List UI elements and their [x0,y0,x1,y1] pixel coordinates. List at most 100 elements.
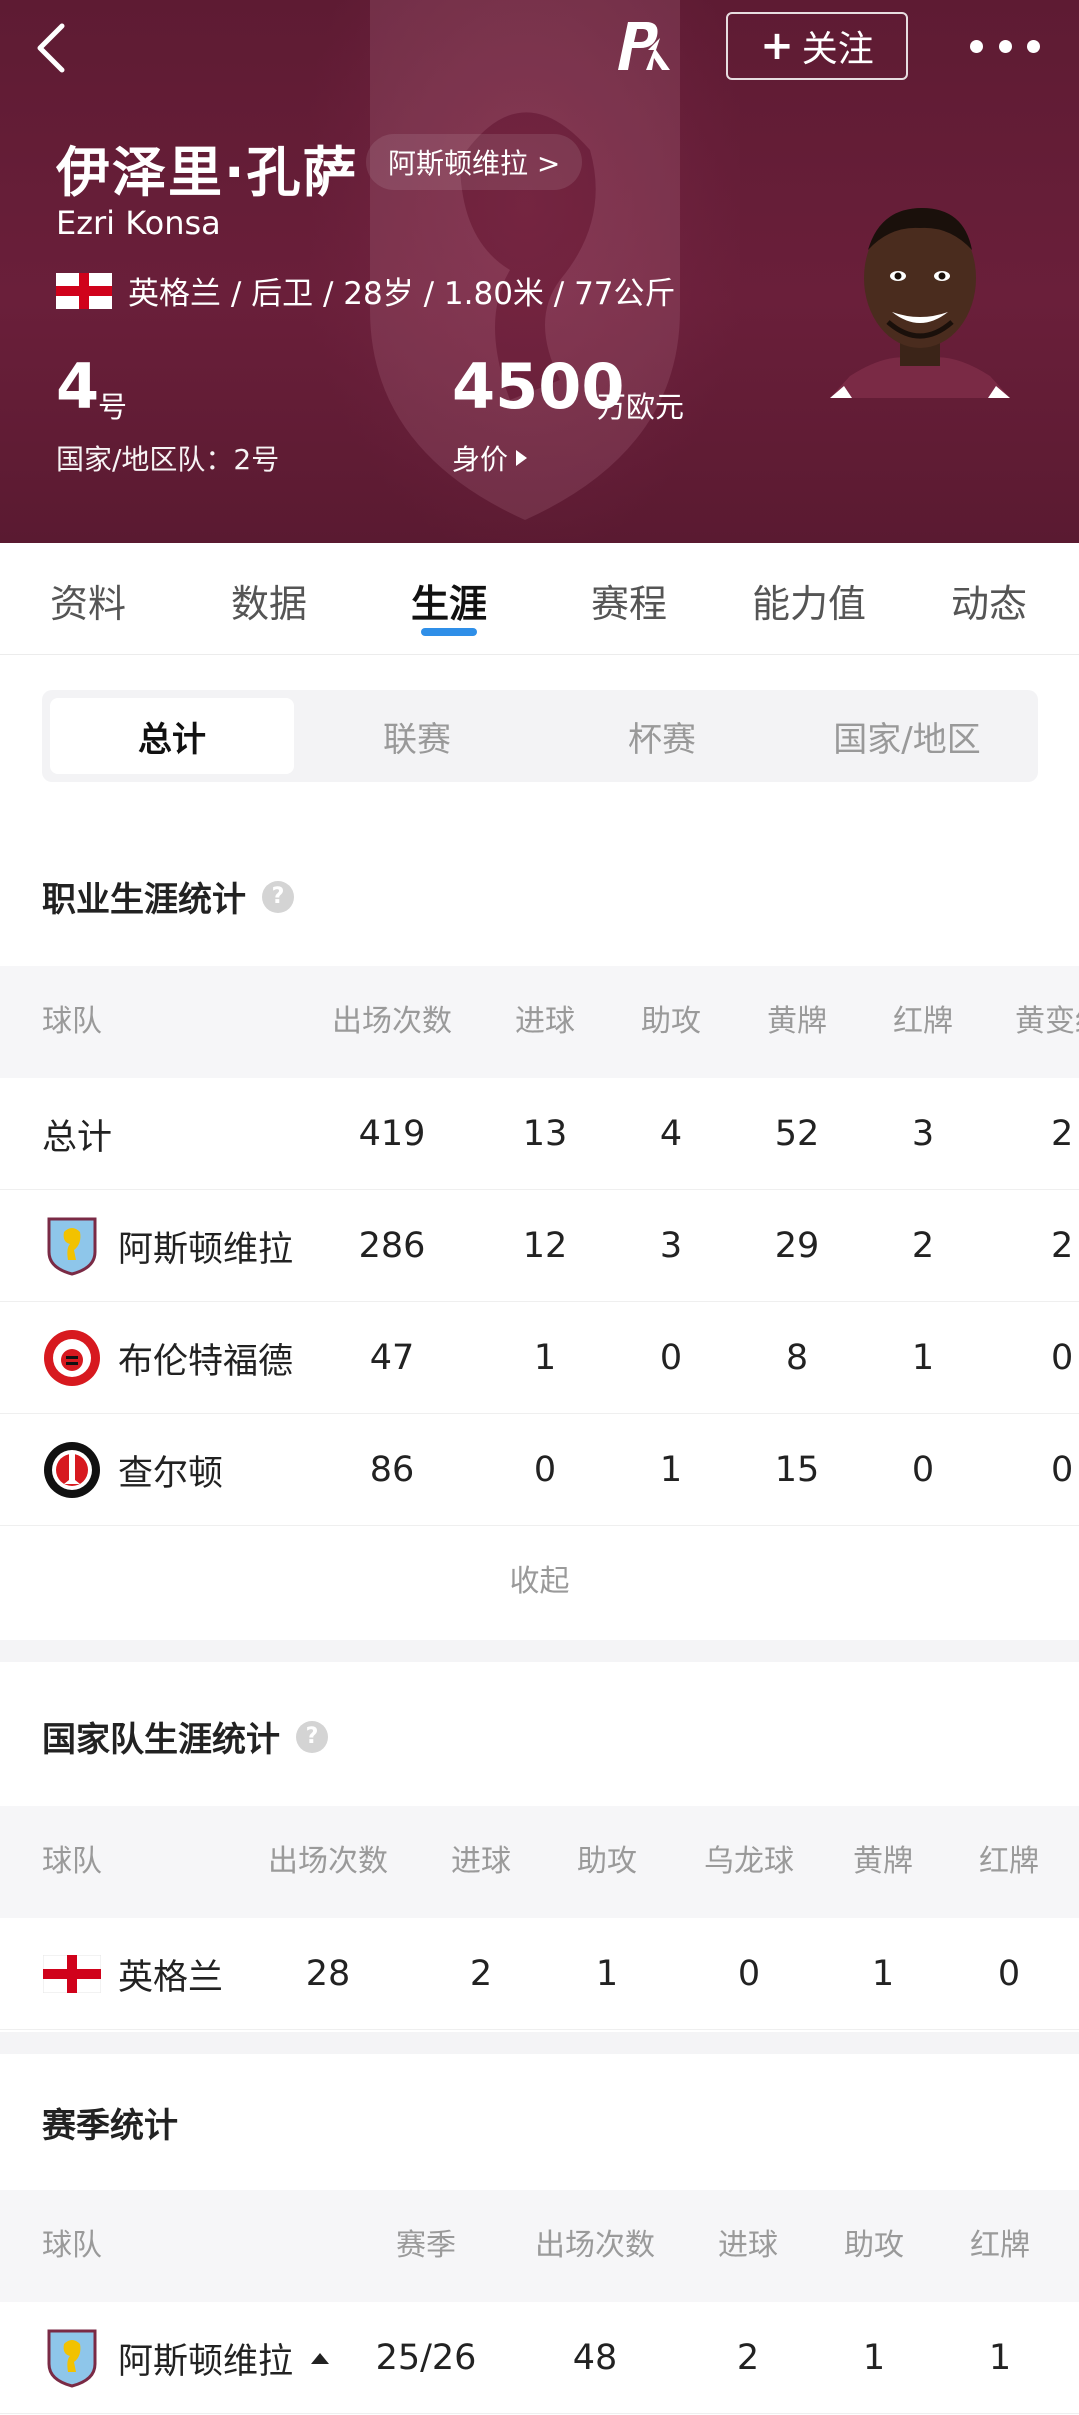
section-divider [0,2032,1079,2054]
col-red: 红牌 [970,2228,1030,2263]
active-tab-indicator [421,628,477,636]
yellow-value: 15 [774,1450,820,1490]
col-team: 球队 [42,2228,102,2263]
player-name-en: Ezri Konsa [56,204,221,242]
more-options-button[interactable] [970,26,1040,66]
tab-career[interactable]: 生涯 [411,573,487,628]
team-name-text: 查尔顿 [118,1453,224,1494]
market-value-link[interactable]: 身价 [452,438,528,478]
pk-logo [612,16,676,76]
apps-value: 48 [572,2338,618,2378]
red-value: 1 [988,2338,1012,2378]
col-red: 红牌 [893,1004,953,1039]
col-goals: 进球 [515,1004,575,1039]
club-link[interactable]: 阿斯顿维拉 > [366,134,583,190]
segment-national[interactable]: 国家/地区 [785,698,1029,774]
goals-value: 2 [469,1954,493,1994]
red-value: 0 [997,1954,1021,1994]
yellow-red-value: 0 [1051,1450,1074,1490]
yellow-value: 29 [774,1226,820,1266]
england-flag-icon [42,1944,102,2004]
shirt-number: 4 [56,350,100,423]
tab-news[interactable]: 动态 [951,573,1027,628]
team-name: 总计 [42,1078,112,1190]
col-apps: 出场次数 [268,1844,388,1879]
back-button[interactable] [30,18,74,78]
career-stats-title: 职业生涯统计 ? [42,872,294,921]
yellow-value: 1 [871,1954,895,1994]
assists-value: 4 [659,1114,683,1154]
col-apps: 出场次数 [332,1004,452,1039]
main-tab-bar: 资料 数据 生涯 赛程 能力值 动态 [0,543,1079,655]
apps-value: 28 [305,1954,351,1994]
segment-total[interactable]: 总计 [50,698,294,774]
tab-ability[interactable]: 能力值 [752,573,866,628]
assists-value: 3 [659,1226,683,1266]
col-assists: 助攻 [641,1004,701,1039]
aston-villa-badge-icon [42,2328,102,2388]
section-divider [0,1640,1079,1662]
yellow-red-value: 0 [1051,1338,1074,1378]
segment-cup[interactable]: 杯赛 [540,698,784,774]
col-own-goals: 乌龙球 [704,1844,794,1879]
market-value-unit: 万欧元 [597,390,685,424]
table-row[interactable]: 布伦特福德 47 1 0 8 1 0 [0,1302,1079,1414]
apps-value: 419 [358,1114,426,1154]
goals-value: 0 [533,1450,557,1490]
aston-villa-badge-icon [42,1216,102,1276]
apps-value: 286 [358,1226,426,1266]
yellow-red-value: 2 [1051,1114,1074,1154]
col-yellow-red: 黄变红 [1015,1004,1079,1039]
team-name-text: 阿斯顿维拉 [118,1229,294,1270]
table-row[interactable]: 查尔顿 86 0 1 15 0 0 [0,1414,1079,1526]
plus-icon: + [760,23,794,69]
col-goals: 进球 [451,1844,511,1879]
chevron-left-icon [37,23,65,73]
col-team: 球队 [42,1004,102,1039]
goals-value: 12 [522,1226,568,1266]
team-name-text: 总计 [42,1117,113,1158]
help-icon[interactable]: ? [262,880,294,913]
collapse-button[interactable]: 收起 [0,1526,1079,1638]
segment-league[interactable]: 联赛 [295,698,539,774]
team-name-text: 阿斯顿维拉 [118,2341,294,2382]
col-assists: 助攻 [577,1844,637,1879]
assists-value: 1 [659,1450,683,1490]
team-name[interactable]: 阿斯顿维拉 [42,2302,330,2414]
player-avatar [830,200,1010,398]
assists-value: 1 [595,1954,619,1994]
tab-schedule[interactable]: 赛程 [591,573,667,628]
goals-value: 2 [736,2338,760,2378]
player-name-cn: 伊泽里·孔萨 [56,141,359,204]
more-dots-icon [1027,39,1040,53]
follow-button[interactable]: + 关注 [726,12,908,80]
national-stats-title: 国家队生涯统计 ? [42,1712,328,1761]
more-dots-icon [970,39,983,53]
caret-up-icon [311,2352,330,2364]
season-table-header: 球队 赛季 出场次数 进球 助攻 红牌 [0,2190,1079,2302]
brentford-badge-icon [42,1328,102,1388]
red-value: 2 [911,1226,935,1266]
assists-value: 1 [862,2338,886,2378]
national-stats-title-text: 国家队生涯统计 [42,1720,280,1760]
team-name: 查尔顿 [42,1414,223,1526]
table-row[interactable]: 阿斯顿维拉 25/26 48 2 1 1 [0,2302,1079,2414]
season-stats-title-text: 赛季统计 [42,2106,178,2146]
apps-value: 86 [369,1450,415,1490]
help-icon[interactable]: ? [296,1720,328,1753]
team-name: 英格兰 [42,1918,223,2030]
table-row[interactable]: 英格兰 28 2 1 0 1 0 [0,1918,1079,2030]
market-value-label: 身价 [452,443,509,476]
tab-data[interactable]: 数据 [231,573,307,628]
red-value: 0 [911,1450,935,1490]
col-yellow: 黄牌 [767,1004,827,1039]
tab-profile[interactable]: 资料 [50,573,126,628]
career-stats-title-text: 职业生涯统计 [42,880,246,920]
england-flag-icon [56,272,112,309]
national-team-number: 国家/地区队：2号 [56,443,280,476]
table-row[interactable]: 阿斯顿维拉 286 12 3 29 2 2 [0,1190,1079,1302]
team-name-text: 英格兰 [118,1957,224,1998]
table-row[interactable]: 总计 419 13 4 52 3 2 [0,1078,1079,1190]
team-name: 阿斯顿维拉 [42,1190,293,1302]
charlton-badge-icon [42,1440,102,1500]
